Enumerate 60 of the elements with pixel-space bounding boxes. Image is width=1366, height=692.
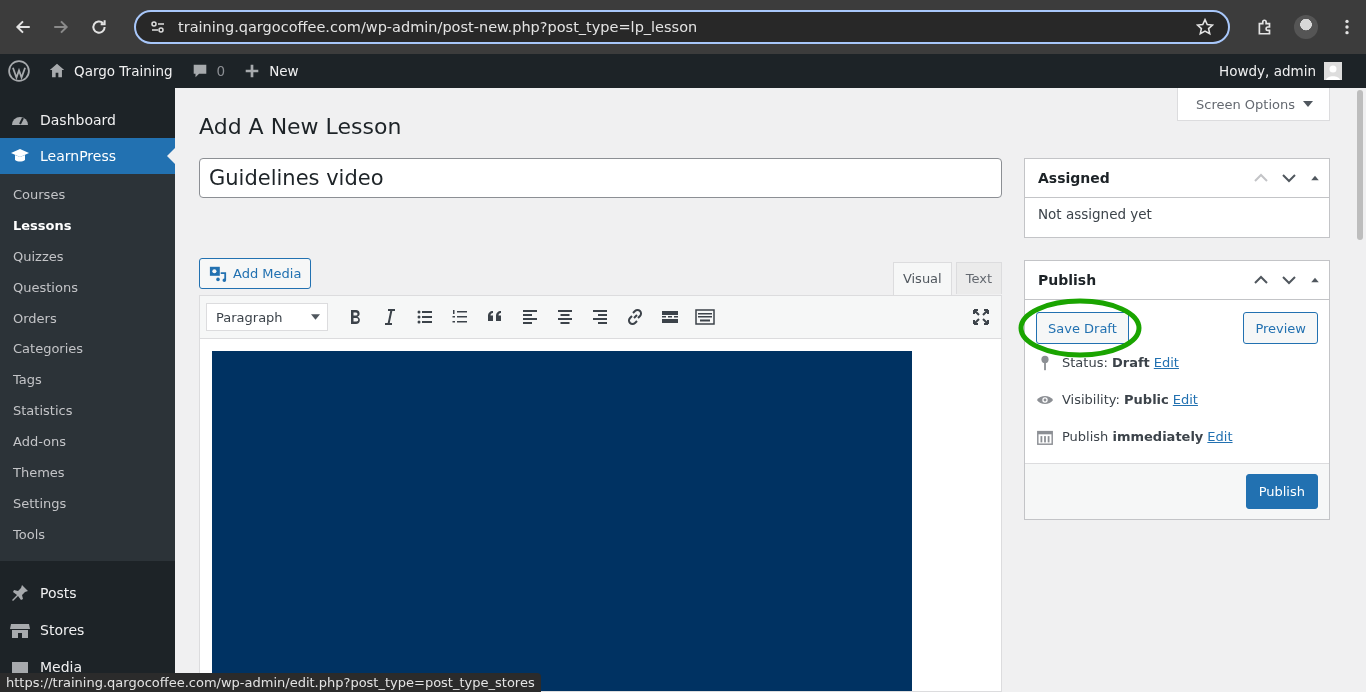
comment-count[interactable]: 0 xyxy=(216,63,226,79)
new-link[interactable]: New xyxy=(269,63,299,79)
align-left-icon[interactable] xyxy=(520,307,540,327)
editor-tab[interactable]: Text xyxy=(955,262,1002,294)
profile-avatar[interactable] xyxy=(1294,15,1318,39)
panel-title: Assigned xyxy=(1038,170,1111,186)
preview-button[interactable]: Preview xyxy=(1243,312,1318,344)
pushpin-icon xyxy=(10,583,30,604)
submenu-item[interactable]: Courses xyxy=(0,180,175,211)
publish-setting: Status: Draft xyxy=(1062,355,1150,370)
submenu-item[interactable]: Quizzes xyxy=(0,241,175,273)
sidebar-item[interactable]: LearnPress xyxy=(0,138,175,174)
screen-options-button[interactable]: Screen Options xyxy=(1177,88,1330,121)
site-link[interactable]: Qargo Training xyxy=(74,63,173,79)
user-avatar-icon xyxy=(1324,62,1342,80)
title-field[interactable]: Guidelines video xyxy=(199,158,1002,198)
submenu-item[interactable]: Statistics xyxy=(0,396,175,428)
forward-icon[interactable] xyxy=(52,18,70,36)
link-icon[interactable] xyxy=(625,307,645,327)
media-icon xyxy=(209,264,227,283)
align-right-icon[interactable] xyxy=(590,307,610,327)
link-url-tooltip: https://training.qargocoffee.com/wp-admin/edit.php?post_type=post_type_stores xyxy=(0,673,541,692)
editor-tab[interactable]: Visual xyxy=(892,262,952,295)
publish-setting: Publish immediately xyxy=(1062,429,1204,444)
submenu-item[interactable]: Add-ons xyxy=(0,427,175,458)
add-media-button[interactable]: Add Media xyxy=(199,258,312,289)
publish-setting: Visibility: Public xyxy=(1062,392,1169,407)
sidebar-item[interactable]: Posts xyxy=(0,574,175,612)
edit-link[interactable]: Edit xyxy=(1207,429,1233,444)
keyboard-icon[interactable] xyxy=(695,307,715,327)
sidebar-item[interactable]: Dashboard xyxy=(0,102,175,138)
format-select[interactable]: Paragraph xyxy=(206,303,328,331)
submenu-item[interactable]: Settings xyxy=(0,488,175,520)
sidebar-item[interactable]: Stores xyxy=(0,611,175,649)
align-center-icon[interactable] xyxy=(555,307,575,327)
panel-title: Publish xyxy=(1038,272,1098,288)
edit-link[interactable]: Edit xyxy=(1153,355,1179,370)
caret-icon[interactable] xyxy=(311,314,320,320)
submenu-item[interactable]: Categories xyxy=(0,334,175,366)
caret-icon[interactable] xyxy=(1303,101,1313,107)
save-draft-button[interactable]: Save Draft xyxy=(1036,312,1129,344)
edit-link[interactable]: Edit xyxy=(1172,392,1198,407)
submenu-item[interactable]: Tools xyxy=(0,519,175,551)
submenu-item[interactable]: Orders xyxy=(0,303,175,335)
star-icon[interactable] xyxy=(1196,18,1214,36)
submenu-item[interactable]: Themes xyxy=(0,458,175,489)
fullscreen-icon[interactable] xyxy=(971,307,991,327)
greeting-link[interactable]: Howdy, admin xyxy=(1219,63,1316,79)
page-title: Add A New Lesson xyxy=(199,114,403,140)
submenu-item[interactable]: Lessons xyxy=(0,210,175,242)
address-bar[interactable]: training.qargocoffee.com/wp-admin/post-new.php?post_type=lp_lesson xyxy=(134,10,1230,44)
home-icon xyxy=(48,62,66,80)
reload-icon[interactable] xyxy=(90,18,108,36)
publish-button[interactable]: Publish xyxy=(1245,474,1318,509)
panel-text: Not assigned yet xyxy=(1037,205,1153,224)
submenu-item[interactable]: Tags xyxy=(0,365,175,397)
submenu-item[interactable]: Questions xyxy=(0,272,175,304)
back-icon[interactable] xyxy=(14,18,32,36)
wordpress-logo-icon[interactable] xyxy=(8,60,30,82)
site-settings-icon[interactable] xyxy=(150,19,166,35)
